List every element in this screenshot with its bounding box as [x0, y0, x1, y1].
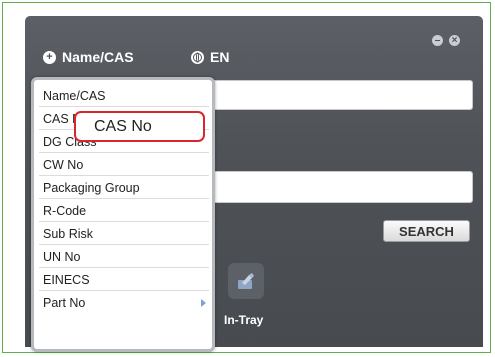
- language-selector-label: EN: [210, 49, 230, 65]
- plus-circle-icon: +: [43, 50, 56, 64]
- dropdown-item-un-no[interactable]: UN No: [39, 246, 209, 268]
- submenu-arrow-icon: [201, 299, 206, 307]
- globe-icon: [191, 50, 204, 64]
- search-button[interactable]: SEARCH: [383, 220, 470, 242]
- in-tray-icon[interactable]: [228, 263, 264, 299]
- dropdown-item-part-no-label: Part No: [43, 296, 86, 310]
- mode-selector[interactable]: + Name/CAS: [43, 49, 134, 65]
- search-input[interactable]: [210, 80, 473, 110]
- minimize-icon[interactable]: –: [432, 35, 443, 46]
- dropdown-item-cw-no[interactable]: CW No: [39, 154, 209, 176]
- language-selector[interactable]: EN: [191, 49, 229, 65]
- dropdown-item-r-code[interactable]: R-Code: [39, 200, 209, 222]
- mode-selector-label: Name/CAS: [62, 49, 134, 65]
- dropdown-item-packaging-group[interactable]: Packaging Group: [39, 177, 209, 199]
- dropdown-item-name-cas[interactable]: Name/CAS: [39, 85, 209, 107]
- secondary-input[interactable]: [210, 171, 473, 203]
- close-icon[interactable]: ×: [449, 35, 460, 46]
- dropdown-item-einecs[interactable]: EINECS: [39, 269, 209, 291]
- in-tray-label[interactable]: In-Tray: [224, 313, 263, 327]
- dropdown-item-sub-risk[interactable]: Sub Risk: [39, 223, 209, 245]
- dropdown-item-part-no[interactable]: Part No: [39, 292, 209, 314]
- highlighted-option-cas-no[interactable]: CAS No: [74, 111, 205, 142]
